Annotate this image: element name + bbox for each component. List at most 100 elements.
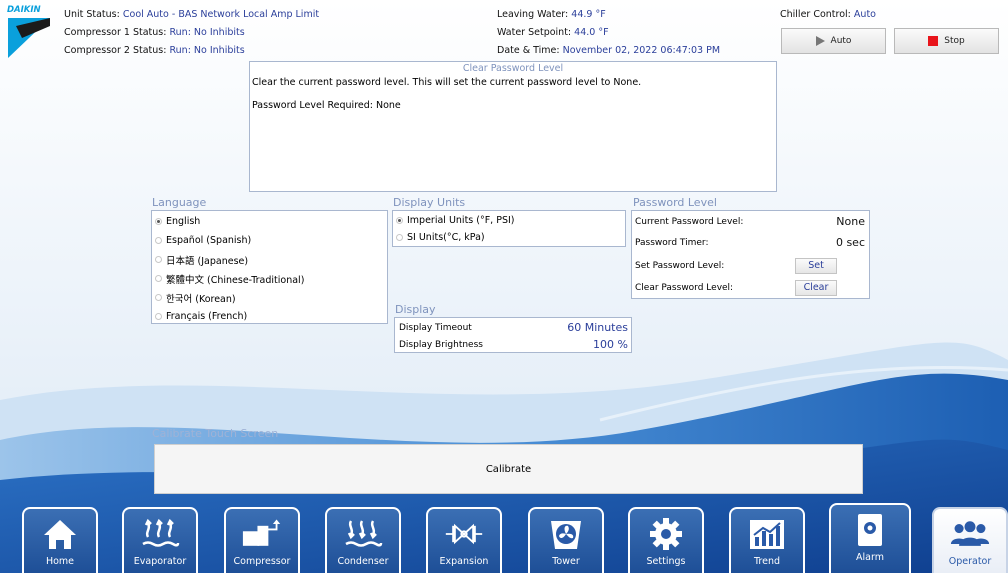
nav-expansion[interactable]: Expansion xyxy=(426,507,502,573)
nav-settings[interactable]: Settings xyxy=(628,507,704,573)
display-timeout-label: Display Timeout xyxy=(399,322,472,333)
chiller-control: Chiller Control: Auto xyxy=(780,9,876,20)
chiller-control-value: Auto xyxy=(853,9,876,20)
compressor-1-label: Compressor 1 Status: xyxy=(64,27,167,38)
unit-status-value: Cool Auto - BAS Network Local Amp Limit xyxy=(122,9,320,20)
info-panel-line1: Clear the current password level. This w… xyxy=(252,77,642,88)
nav-home[interactable]: Home xyxy=(22,507,98,573)
date-time-value: November 02, 2022 06:47:03 PM xyxy=(562,45,721,56)
language-option-label: English xyxy=(166,216,201,227)
compressor-2-value: Run: No Inhibits xyxy=(169,45,245,56)
nav-condenser[interactable]: Condenser xyxy=(325,507,401,573)
stop-button[interactable]: Stop xyxy=(894,28,999,54)
stop-icon xyxy=(928,36,939,46)
auto-button-label: Auto xyxy=(830,36,852,46)
date-time: Date & Time: November 02, 2022 06:47:03 … xyxy=(497,45,720,56)
leaving-water: Leaving Water: 44.9 °F xyxy=(497,9,606,20)
nav-alarm[interactable]: Alarm xyxy=(829,503,911,573)
water-setpoint: Water Setpoint: 44.0 °F xyxy=(497,27,609,38)
language-option-label: 繁體中文 (Chinese-Traditional) xyxy=(166,274,305,286)
password-title: Password Level xyxy=(633,196,717,209)
nav-label: Settings xyxy=(646,556,686,567)
display-brightness-row[interactable]: Display Brightness 100 % xyxy=(399,336,628,353)
units-option-label: SI Units(°C, kPa) xyxy=(407,232,485,243)
compressor-icon xyxy=(242,515,282,553)
nav-label: Trend xyxy=(754,556,780,567)
compressor-1-status: Compressor 1 Status: Run: No Inhibits xyxy=(64,27,245,38)
display-timeout-value: 60 Minutes xyxy=(567,321,628,334)
evaporator-icon xyxy=(140,515,180,553)
play-icon xyxy=(815,36,825,46)
calibrate-button[interactable]: Calibrate xyxy=(154,444,863,494)
nav-compressor[interactable]: Compressor xyxy=(224,507,300,573)
display-units-title: Display Units xyxy=(393,196,466,209)
nav-label: Evaporator xyxy=(133,556,187,567)
radio-icon xyxy=(155,256,162,263)
language-option-chinese[interactable]: 繁體中文 (Chinese-Traditional) xyxy=(155,269,387,288)
nav-trend[interactable]: Trend xyxy=(729,507,805,573)
nav-operator[interactable]: Operator xyxy=(932,507,1008,573)
radio-icon xyxy=(396,234,403,241)
display-title: Display xyxy=(395,303,436,316)
nav-tower[interactable]: Tower xyxy=(528,507,604,573)
language-panel: English Español (Spanish) 日本語 (Japanese)… xyxy=(151,210,388,324)
info-panel-title: Clear Password Level xyxy=(462,63,564,74)
set-password-row: Set Password Level: Set xyxy=(635,255,865,276)
current-password-row: Current Password Level: None xyxy=(635,211,865,232)
language-option-french[interactable]: Français (French) xyxy=(155,307,387,326)
nav-label: Tower xyxy=(552,556,580,567)
operator-icon xyxy=(950,515,990,553)
nav-label: Home xyxy=(45,556,75,567)
language-option-english[interactable]: English xyxy=(155,212,387,231)
display-brightness-value: 100 % xyxy=(593,338,628,351)
svg-text:DAIKIN: DAIKIN xyxy=(7,5,41,15)
display-timeout-row[interactable]: Display Timeout 60 Minutes xyxy=(399,319,628,336)
clear-password-button[interactable]: Clear xyxy=(795,279,837,296)
radio-icon xyxy=(155,294,162,301)
password-panel: Current Password Level: None Password Ti… xyxy=(631,210,870,299)
water-setpoint-value: 44.0 °F xyxy=(574,27,609,38)
password-timer-value: 0 sec xyxy=(835,236,865,249)
stop-button-label: Stop xyxy=(944,36,965,46)
nav-label: Expansion xyxy=(439,556,489,567)
units-option-imperial[interactable]: Imperial Units (°F, PSI) xyxy=(396,212,625,229)
radio-selected-icon xyxy=(396,217,403,224)
gear-icon xyxy=(646,515,686,553)
radio-selected-icon xyxy=(155,218,162,225)
current-password-value: None xyxy=(836,215,865,228)
password-timer-label: Password Timer: xyxy=(635,237,709,248)
chiller-control-label: Chiller Control: xyxy=(780,9,851,20)
compressor-2-label: Compressor 2 Status: xyxy=(64,45,167,56)
nav-label: Operator xyxy=(948,556,992,567)
info-panel: Clear Password Level Clear the current p… xyxy=(249,61,777,192)
daikin-logo: DAIKIN xyxy=(7,5,50,58)
auto-button[interactable]: Auto xyxy=(781,28,886,54)
clear-password-label: Clear Password Level: xyxy=(635,282,734,293)
units-option-si[interactable]: SI Units(°C, kPa) xyxy=(396,229,625,246)
units-option-label: Imperial Units (°F, PSI) xyxy=(407,215,515,226)
date-time-label: Date & Time: xyxy=(497,45,560,56)
calibrate-title: Calibrate Touch Screen xyxy=(152,427,279,440)
language-option-japanese[interactable]: 日本語 (Japanese) xyxy=(155,250,387,269)
radio-icon xyxy=(155,275,162,282)
language-option-spanish[interactable]: Español (Spanish) xyxy=(155,231,387,250)
language-option-label: Français (French) xyxy=(166,311,248,322)
language-option-korean[interactable]: 한국어 (Korean) xyxy=(155,288,387,307)
language-option-label: Español (Spanish) xyxy=(166,235,252,246)
clear-password-row: Clear Password Level: Clear xyxy=(635,277,865,298)
language-title: Language xyxy=(152,196,207,209)
water-setpoint-label: Water Setpoint: xyxy=(497,27,572,38)
leaving-water-label: Leaving Water: xyxy=(497,9,569,20)
unit-status: Unit Status: Cool Auto - BAS Network Loc… xyxy=(64,9,319,20)
display-units-panel: Imperial Units (°F, PSI) SI Units(°C, kP… xyxy=(392,210,626,247)
nav-label: Condenser xyxy=(337,556,389,567)
set-password-button[interactable]: Set xyxy=(795,257,837,274)
trend-icon xyxy=(747,515,787,553)
language-option-label: 日本語 (Japanese) xyxy=(166,255,249,267)
radio-icon xyxy=(155,313,162,320)
expansion-valve-icon xyxy=(444,515,484,553)
fan-icon xyxy=(546,515,586,553)
nav-label: Alarm xyxy=(856,552,884,563)
password-timer-row: Password Timer: 0 sec xyxy=(635,232,865,253)
nav-evaporator[interactable]: Evaporator xyxy=(122,507,198,573)
